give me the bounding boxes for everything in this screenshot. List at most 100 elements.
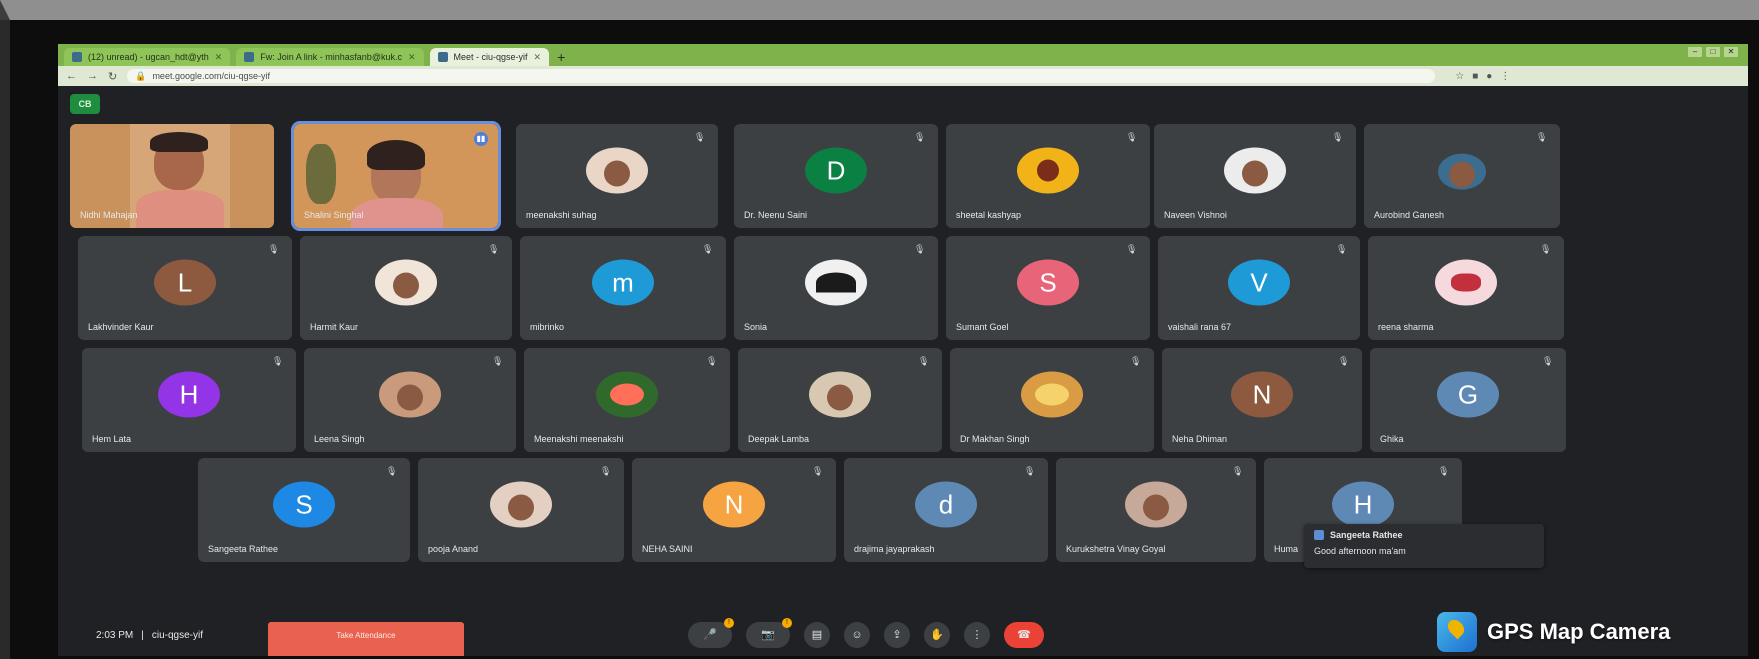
- warning-icon: !: [724, 618, 734, 628]
- avatar-image: [1451, 273, 1481, 292]
- browser-tab[interactable]: (12) unread) - ugcan_hdt@yth ✕: [64, 48, 231, 66]
- participant-tile[interactable]: 🎙 Aurobind Ganesh: [1364, 124, 1560, 228]
- avatar: L: [154, 259, 216, 306]
- participant-name: Aurobind Ganesh: [1374, 210, 1445, 220]
- avatar: [490, 481, 552, 528]
- participant-tile[interactable]: N 🎙 Neha Dhiman: [1162, 348, 1362, 452]
- avatar: G: [1437, 371, 1499, 418]
- avatar: [596, 371, 658, 418]
- take-attendance-button[interactable]: Take Attendance: [268, 622, 464, 656]
- profile-icon[interactable]: ●: [1486, 71, 1492, 82]
- participant-name: vaishali rana 67: [1168, 322, 1232, 332]
- mic-toggle-button[interactable]: 🎤!: [688, 618, 734, 648]
- captions-button[interactable]: ▤: [804, 622, 830, 648]
- avatar: N: [703, 481, 765, 528]
- participant-tile[interactable]: 🎙 Meenakshi meenakshi: [524, 348, 730, 452]
- gps-map-camera-watermark: GPS Map Camera: [1429, 605, 1759, 659]
- participant-name: mibrinko: [530, 322, 565, 332]
- present-button[interactable]: ⇪: [884, 622, 910, 648]
- camera-toggle-button[interactable]: 📷!: [746, 618, 792, 648]
- lock-icon: 🔒: [135, 70, 147, 81]
- call-controls: 🎤! 📷! ▤ ☺ ⇪ ✋ ⋮ ☎: [688, 618, 1044, 648]
- avatar: d: [915, 481, 977, 528]
- participant-name: Naveen Vishnoi: [1164, 210, 1227, 220]
- star-icon[interactable]: ☆: [1455, 71, 1464, 82]
- participant-tile[interactable]: L 🎙 Lakhvinder Kaur: [78, 236, 292, 340]
- minimize-button[interactable]: –: [1688, 47, 1702, 57]
- mail-icon: [72, 52, 82, 62]
- close-icon[interactable]: ✕: [215, 52, 223, 63]
- hair: [367, 140, 425, 170]
- chat-notification[interactable]: Sangeeta Rathee Good afternoon ma'am: [1304, 524, 1544, 568]
- new-tab-button[interactable]: +: [557, 48, 565, 66]
- raise-hand-button[interactable]: ✋: [924, 622, 950, 648]
- participant-tile[interactable]: 🎙 Deepak Lamba: [738, 348, 942, 452]
- participant-tile[interactable]: G 🎙 Ghika: [1370, 348, 1566, 452]
- mic-off-icon: 🎙: [1542, 356, 1554, 366]
- participant-tile[interactable]: D 🎙 Dr. Neenu Saini: [734, 124, 938, 228]
- mic-off-icon: 🎙: [488, 244, 500, 254]
- extension-icon[interactable]: ■: [1472, 71, 1478, 82]
- more-options-button[interactable]: ⋮: [964, 622, 990, 648]
- participant-tile[interactable]: 🎙 Kurukshetra Vinay Goyal: [1056, 458, 1256, 562]
- cc-badge[interactable]: CB: [70, 94, 100, 114]
- avatar: [1017, 147, 1079, 194]
- participant-tile[interactable]: m 🎙 mibrinko: [520, 236, 726, 340]
- participant-name: Dr. Neenu Saini: [744, 210, 808, 220]
- mic-off-icon: 🎙: [694, 132, 706, 142]
- participant-name: Sangeeta Rathee: [208, 544, 279, 554]
- mic-off-icon: 🎙: [600, 466, 612, 476]
- close-window-button[interactable]: ✕: [1724, 47, 1738, 57]
- participant-tile[interactable]: 🎙 reena sharma: [1368, 236, 1564, 340]
- emoji-button[interactable]: ☺: [844, 622, 870, 648]
- chat-sender-name: Sangeeta Rathee: [1330, 530, 1403, 540]
- avatar: [1021, 371, 1083, 418]
- participant-name: Kurukshetra Vinay Goyal: [1066, 544, 1166, 554]
- reload-icon[interactable]: ↻: [108, 70, 117, 83]
- participant-tile[interactable]: S 🎙 Sangeeta Rathee: [198, 458, 410, 562]
- participant-tile[interactable]: N 🎙 NEHA SAINI: [632, 458, 836, 562]
- participant-tile[interactable]: d 🎙 drajima jayaprakash: [844, 458, 1048, 562]
- participant-tile[interactable]: S 🎙 Sumant Goel: [946, 236, 1150, 340]
- participant-tile[interactable]: 🎙 Leena Singh: [304, 348, 516, 452]
- participant-tile-video[interactable]: Nidhi Mahajan: [70, 124, 274, 228]
- mic-off-icon: 🎙: [914, 132, 926, 142]
- participant-tile-speaking[interactable]: ▮▮ Shalini Singhal: [291, 121, 501, 231]
- participant-tile[interactable]: 🎙 Dr Makhan Singh: [950, 348, 1154, 452]
- photo-of-monitor: (12) unread) - ugcan_hdt@yth ✕ Fw: Join …: [0, 0, 1759, 659]
- url-field[interactable]: 🔒 meet.google.com/ciu-qgse-yif: [127, 69, 1436, 83]
- participant-tile[interactable]: 🎙 Harmit Kaur: [300, 236, 512, 340]
- avatar: S: [1017, 259, 1079, 306]
- tab-label: Meet - ciu-qgse-yif: [453, 52, 528, 62]
- participant-tile[interactable]: H 🎙 Hem Lata: [82, 348, 296, 452]
- participant-tile[interactable]: 🎙 Sonia: [734, 236, 938, 340]
- browser-tab-active[interactable]: Meet - ciu-qgse-yif ✕: [429, 48, 550, 66]
- avatar: m: [592, 259, 654, 306]
- avatar: [1438, 153, 1486, 190]
- mic-off-icon: 🎙: [492, 356, 504, 366]
- close-icon[interactable]: ✕: [534, 52, 542, 63]
- participant-tile[interactable]: 🎙 pooja Anand: [418, 458, 624, 562]
- mic-off-icon: 🎙: [1338, 356, 1350, 366]
- maximize-button[interactable]: □: [1706, 47, 1720, 57]
- browser-tab[interactable]: Fw: Join A link - minhasfanb@kuk.c ✕: [236, 48, 424, 66]
- participant-tile[interactable]: 🎙 sheetal kashyap: [946, 124, 1150, 228]
- toolbar-icons: ☆ ■ ● ⋮: [1455, 71, 1510, 82]
- mic-off-icon: 🎙: [1126, 132, 1138, 142]
- mic-off-icon: 🎙: [1336, 244, 1348, 254]
- avatar: [1125, 481, 1187, 528]
- back-icon[interactable]: ←: [66, 70, 77, 82]
- participant-tile[interactable]: 🎙 Naveen Vishnoi: [1154, 124, 1356, 228]
- participant-tile[interactable]: V 🎙 vaishali rana 67: [1158, 236, 1360, 340]
- chat-sender: Sangeeta Rathee: [1314, 530, 1534, 540]
- participant-name: Leena Singh: [314, 434, 365, 444]
- menu-icon[interactable]: ⋮: [1500, 71, 1510, 82]
- mic-off-icon: 🎙: [914, 244, 926, 254]
- close-icon[interactable]: ✕: [408, 52, 416, 63]
- plant: [306, 144, 336, 204]
- participant-tile[interactable]: 🎙 meenakshi suhag: [516, 124, 718, 228]
- avatar: H: [158, 371, 220, 418]
- end-call-button[interactable]: ☎: [1004, 622, 1044, 648]
- forward-icon[interactable]: →: [87, 70, 98, 82]
- mic-off-icon: 🎙: [386, 466, 398, 476]
